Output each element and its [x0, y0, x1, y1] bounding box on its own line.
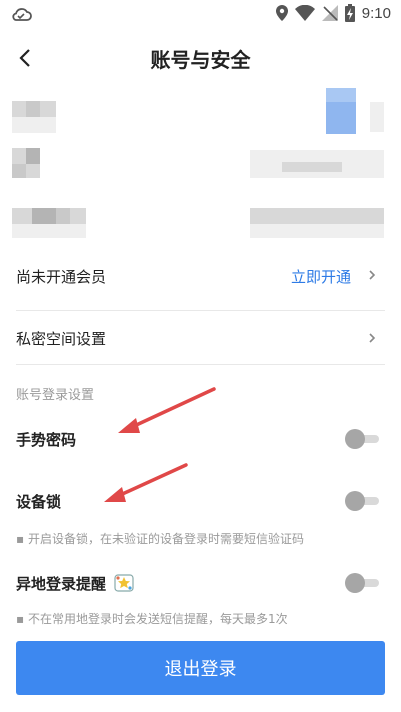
logout-button[interactable]: 退出登录 — [16, 641, 385, 695]
remote-login-alert-row: 异地登录提醒 — [16, 568, 385, 598]
gesture-password-label: 手势密码 — [16, 431, 77, 449]
device-lock-hint-text: 开启设备锁，在未验证的设备登录时需要短信验证码 — [27, 532, 304, 546]
location-icon — [275, 5, 288, 21]
remote-login-alert-hint: ▪ 不在常用地登录时会发送短信提醒，每天最多1次 — [16, 610, 288, 627]
status-bar: 9:10 — [0, 0, 401, 28]
device-lock-toggle[interactable] — [345, 491, 381, 511]
divider — [16, 310, 385, 311]
device-lock-hint: ▪ 开启设备锁，在未验证的设备登录时需要短信验证码 — [16, 530, 304, 547]
wifi-icon — [294, 5, 315, 21]
gesture-password-toggle[interactable] — [345, 429, 381, 449]
device-lock-row: 设备锁 — [16, 486, 385, 516]
status-time: 9:10 — [361, 4, 391, 22]
toggle-knob — [345, 429, 365, 449]
device-lock-label: 设备锁 — [16, 493, 62, 511]
battery-charging-icon — [344, 4, 355, 22]
vip-row[interactable]: 尚未开通会员 立即开通 — [16, 258, 385, 294]
gesture-password-row: 手势密码 — [16, 424, 385, 454]
remote-login-alert-text: 异地登录提醒 — [16, 575, 107, 593]
vip-status-label: 尚未开通会员 — [16, 268, 107, 286]
signal-off-icon — [321, 5, 338, 21]
chevron-right-icon — [369, 333, 376, 343]
star-badge-icon — [114, 574, 134, 592]
page-title: 账号与安全 — [150, 48, 251, 72]
cloud-icon — [12, 8, 32, 21]
private-space-label: 私密空间设置 — [16, 330, 107, 348]
page-header: 账号与安全 — [0, 36, 401, 80]
chevron-right-icon — [369, 270, 376, 280]
toggle-knob — [345, 491, 365, 511]
open-vip-link[interactable]: 立即开通 — [291, 266, 351, 287]
remote-login-alert-label: 异地登录提醒 — [16, 573, 134, 594]
remote-login-alert-hint-text: 不在常用地登录时会发送短信提醒，每天最多1次 — [27, 612, 288, 626]
toggle-knob — [345, 573, 365, 593]
remote-login-alert-toggle[interactable] — [345, 573, 381, 593]
bullet: ▪ — [16, 612, 28, 626]
login-settings-section-title: 账号登录设置 — [16, 388, 95, 403]
divider — [16, 364, 385, 365]
private-space-row[interactable]: 私密空间设置 — [16, 320, 385, 356]
bullet: ▪ — [16, 532, 28, 546]
